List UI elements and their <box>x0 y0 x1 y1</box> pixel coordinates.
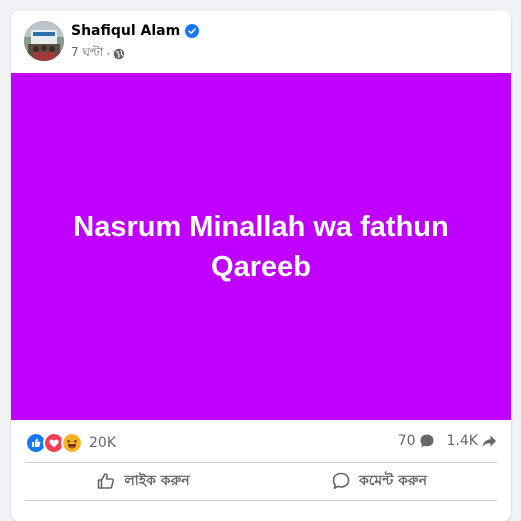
share-count[interactable]: 1.4K <box>447 433 478 449</box>
author-name[interactable]: Shafiqul Alam <box>71 23 180 39</box>
post-time[interactable]: 7 ঘণ্টা <box>71 44 103 64</box>
meta-separator: · <box>106 47 111 61</box>
comment-button-label: কমেন্ট করুন <box>359 473 427 489</box>
post-stats: 20K 70 1.4K <box>11 420 511 462</box>
comment-count[interactable]: 70 <box>398 433 416 449</box>
avatar[interactable] <box>24 21 64 61</box>
comment-bubble-icon[interactable] <box>419 433 435 449</box>
thumbs-up-icon <box>98 473 115 489</box>
post-actions: লাইক করুন কমেন্ট করুন <box>25 462 497 500</box>
haha-icon <box>61 432 83 454</box>
post-header: Shafiqul Alam 7 ঘণ্টা · <box>11 11 511 73</box>
avatar-photo <box>24 21 64 61</box>
globe-icon[interactable] <box>113 48 125 60</box>
like-button-label: লাইক করুন <box>124 473 190 489</box>
post-card: Shafiqul Alam 7 ঘণ্টা · Nasrum Minallah … <box>11 11 511 521</box>
share-arrow-icon[interactable] <box>481 433 497 449</box>
author-row: Shafiqul Alam <box>71 23 200 39</box>
comment-icon <box>332 472 350 489</box>
post-text-background[interactable]: Nasrum Minallah wa fathun Qareeb <box>11 73 511 420</box>
reactions-summary[interactable]: 20K <box>25 432 116 454</box>
post-text: Nasrum Minallah wa fathun Qareeb <box>73 210 449 283</box>
actions-divider <box>25 500 497 501</box>
engagement-counts: 70 1.4K <box>398 433 497 449</box>
reaction-count: 20K <box>89 435 116 451</box>
post-meta: 7 ঘণ্টা · <box>71 44 125 64</box>
verified-badge-icon <box>185 24 200 38</box>
like-button[interactable]: লাইক করুন <box>25 462 261 500</box>
comment-button[interactable]: কমেন্ট করুন <box>261 462 497 500</box>
